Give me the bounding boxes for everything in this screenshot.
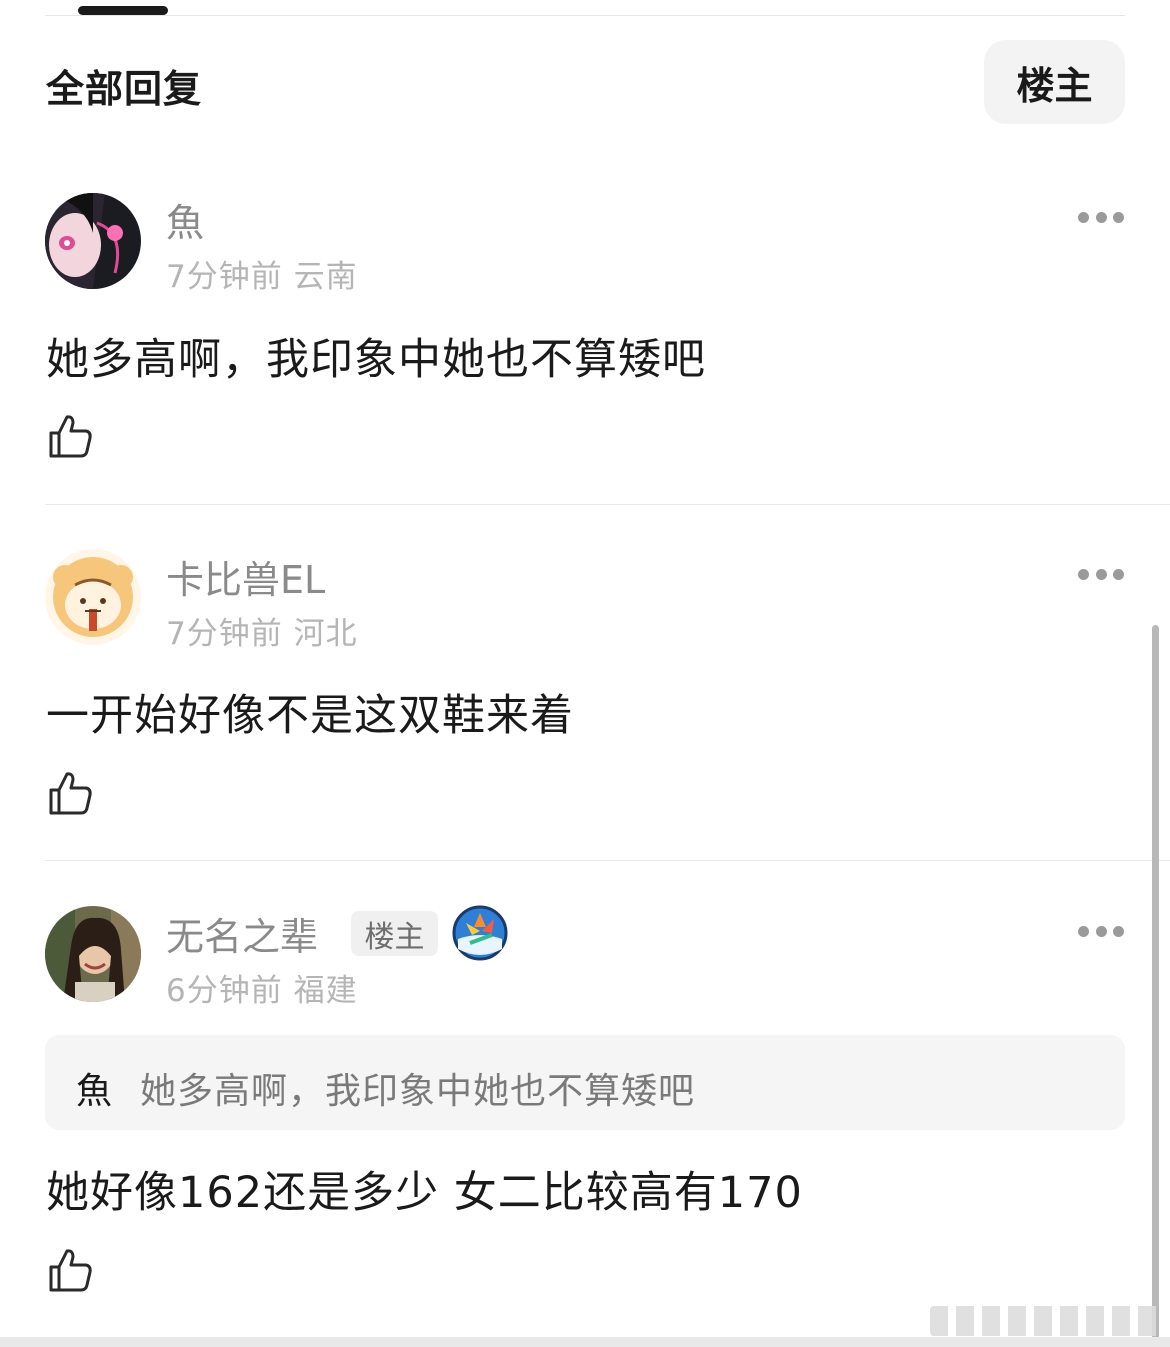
quoted-reply[interactable]: 魚 她多高啊，我印象中她也不算矮吧: [45, 1035, 1125, 1130]
comment-meta: 7分钟前 河北: [166, 616, 358, 652]
comment-divider: [45, 504, 1170, 505]
quote-author: 魚: [76, 1071, 113, 1112]
comment-text: 她多高啊，我印象中她也不算矮吧: [46, 335, 706, 385]
username[interactable]: 魚: [166, 192, 204, 247]
all-replies-title: 全部回复: [46, 67, 203, 111]
op-badge: 楼主: [351, 911, 438, 956]
comment-divider: [45, 860, 1170, 861]
scrollbar[interactable]: [1152, 625, 1159, 1340]
avatar[interactable]: [45, 549, 141, 645]
more-icon[interactable]: [1078, 924, 1124, 938]
bottom-bar: [0, 1337, 1170, 1347]
quote-text: 她多高啊，我印象中她也不算矮吧: [140, 1071, 696, 1112]
top-divider: [45, 15, 1125, 16]
thumbs-up-icon[interactable]: [46, 769, 94, 817]
more-icon[interactable]: [1078, 210, 1124, 224]
avatar[interactable]: [45, 193, 141, 289]
username[interactable]: 卡比兽EL: [166, 549, 325, 604]
thumbs-up-icon[interactable]: [46, 1246, 94, 1294]
op-filter-button[interactable]: 楼主: [984, 40, 1125, 124]
avatar[interactable]: [45, 906, 141, 1002]
more-icon[interactable]: [1078, 567, 1124, 581]
comment-meta: 6分钟前 福建: [166, 973, 358, 1009]
comment-text: 一开始好像不是这双鞋来着: [46, 691, 574, 741]
comment-meta: 7分钟前 云南: [166, 259, 358, 295]
comment-text: 她好像162还是多少 女二比较高有170: [46, 1168, 803, 1218]
watermark: [930, 1306, 1160, 1336]
vip-badge-icon: [452, 905, 508, 961]
tab-indicator: [78, 6, 168, 15]
thumbs-up-icon[interactable]: [46, 412, 94, 460]
username[interactable]: 无名之辈: [166, 906, 318, 961]
comments-page: 全部回复 楼主 魚 7分钟前 云南 她多高啊，我印象中她也不算矮吧 卡比兽EL …: [0, 0, 1170, 1347]
